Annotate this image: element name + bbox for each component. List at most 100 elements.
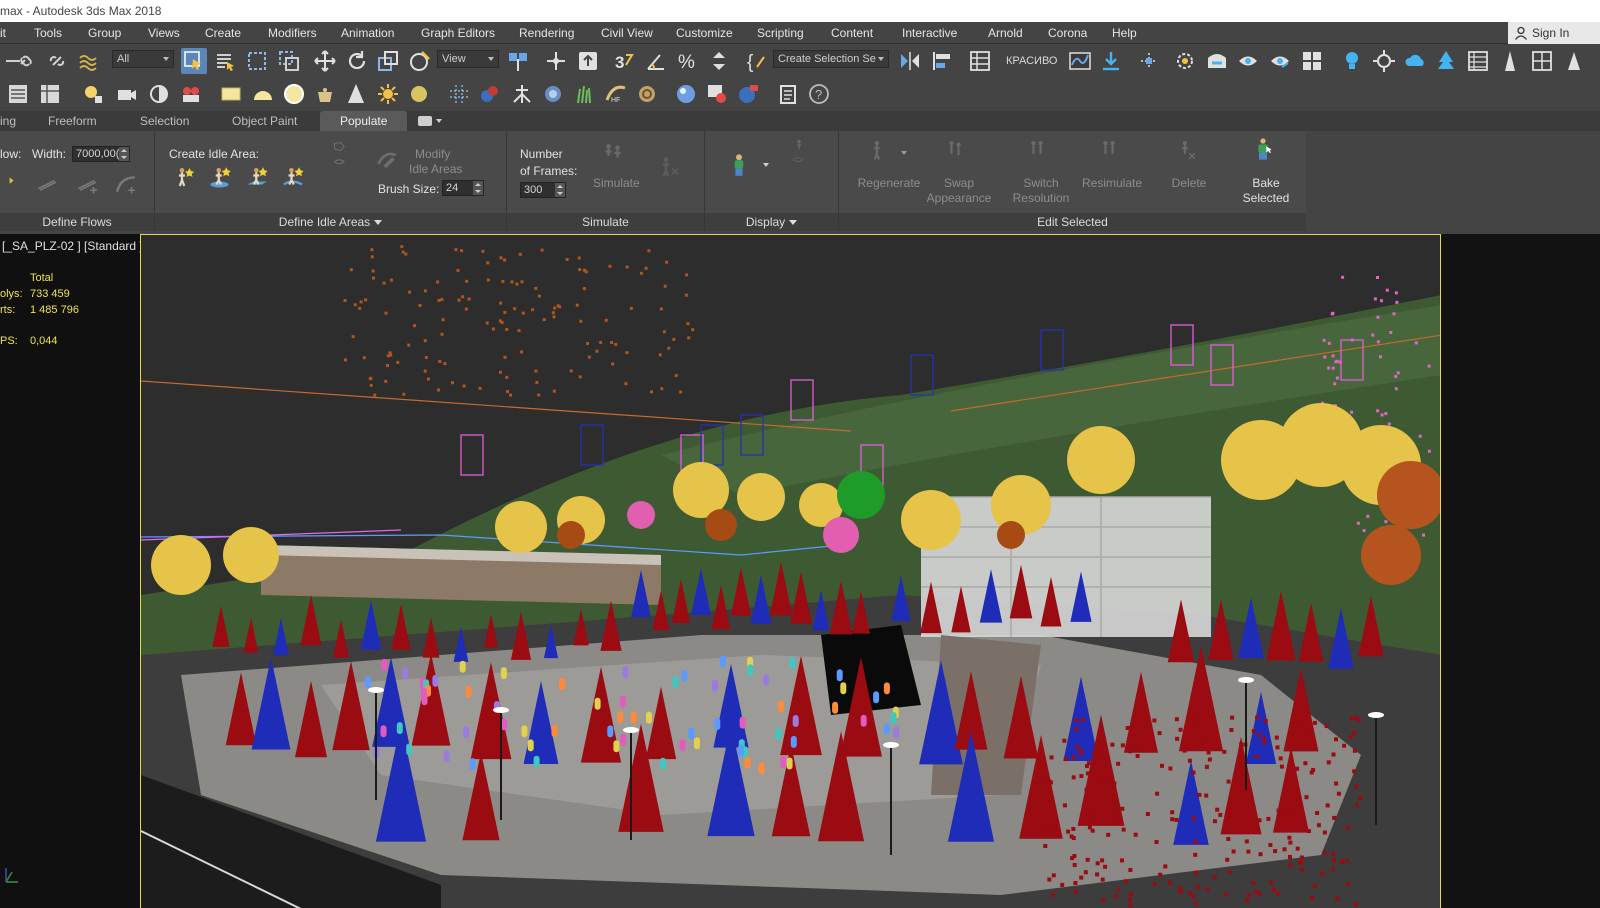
menu-corona[interactable]: Corona <box>1048 22 1087 44</box>
sun-light-icon[interactable] <box>376 82 400 106</box>
angle-snap-icon[interactable] <box>644 49 668 73</box>
render-region-icon[interactable] <box>705 82 729 106</box>
scene-explorer-icon[interactable] <box>6 82 30 106</box>
glass-sphere-icon[interactable] <box>674 82 698 106</box>
display-proxy-icon[interactable] <box>787 139 815 195</box>
menu-rendering[interactable]: Rendering <box>519 22 574 44</box>
rendered-frame-icon[interactable] <box>1205 49 1229 73</box>
cone-icon[interactable] <box>344 82 368 106</box>
bind-spacewarp-icon[interactable] <box>76 49 100 73</box>
grass-icon[interactable] <box>572 82 596 106</box>
select-object-icon[interactable] <box>181 48 207 74</box>
curved-flow-icon[interactable] <box>114 171 144 201</box>
scatter-icon[interactable] <box>541 82 565 106</box>
rotate-icon[interactable] <box>345 49 369 73</box>
mirror-icon[interactable] <box>898 49 922 73</box>
tree-icon[interactable] <box>1434 49 1458 73</box>
display-dropdown-arrow-icon[interactable] <box>763 163 769 167</box>
select-manipulate-icon[interactable] <box>544 49 568 73</box>
create-flow-icon[interactable] <box>36 171 66 201</box>
rig-icon[interactable] <box>510 82 534 106</box>
menu-civil-view[interactable]: Civil View <box>601 22 653 44</box>
render-camera-icon[interactable] <box>179 82 203 106</box>
named-selection-dropdown[interactable]: Create Selection Se <box>773 50 889 68</box>
hair-icon[interactable]: HF <box>604 82 628 106</box>
list-table-icon[interactable] <box>1466 49 1490 73</box>
particle-icon[interactable] <box>447 82 471 106</box>
idle-freeform-icon[interactable] <box>281 165 313 197</box>
edit-named-selection-icon[interactable]: { <box>745 49 769 73</box>
plane-icon[interactable] <box>219 82 243 106</box>
chevron-down-icon[interactable] <box>789 220 798 226</box>
flow-edge-icon[interactable] <box>0 171 14 201</box>
simulate-stop-icon[interactable] <box>657 155 689 187</box>
tab-object-paint[interactable]: Object Paint <box>232 111 297 131</box>
render-iterative-icon[interactable] <box>1268 49 1292 73</box>
menu-help[interactable]: Help <box>1112 22 1137 44</box>
idle-point-icon[interactable] <box>173 165 205 197</box>
ribbon-options-icon[interactable] <box>418 116 432 126</box>
bake-selected-icon[interactable] <box>1251 137 1281 173</box>
clipboard-icon[interactable] <box>776 82 800 106</box>
render-production-icon[interactable] <box>1236 49 1260 73</box>
menu-animation[interactable]: Animation <box>341 22 394 44</box>
hemisphere-icon[interactable] <box>251 82 275 106</box>
sign-in-button[interactable]: Sign In <box>1508 22 1600 44</box>
move-icon[interactable] <box>313 49 337 73</box>
menu-edit[interactable]: it <box>0 22 6 44</box>
brush-size-spinner[interactable]: 24 <box>442 180 484 196</box>
regenerate-icon[interactable] <box>867 139 897 173</box>
menu-scripting[interactable]: Scripting <box>757 22 804 44</box>
tab-populate[interactable]: Populate <box>320 111 408 131</box>
menu-arnold[interactable]: Arnold <box>988 22 1023 44</box>
helper-icon[interactable] <box>147 82 171 106</box>
reference-coord-dropdown[interactable]: View <box>437 50 499 68</box>
help-icon[interactable]: ? <box>807 82 831 106</box>
modify-idle-areas-icon[interactable] <box>375 145 403 173</box>
render-sphere-icon[interactable] <box>736 82 760 106</box>
render-setup-icon[interactable] <box>1173 49 1197 73</box>
simulate-icon[interactable] <box>601 141 633 173</box>
snaps-toggle-icon[interactable]: 3 <box>612 49 636 73</box>
menu-create[interactable]: Create <box>205 22 241 44</box>
regenerate-arrow-icon[interactable] <box>901 151 907 155</box>
unlink-icon[interactable] <box>45 49 69 73</box>
building-icon[interactable] <box>1498 49 1522 73</box>
idle-circle-icon[interactable] <box>209 165 241 197</box>
grid-snap-icon[interactable] <box>1530 49 1554 73</box>
layer-explorer-icon[interactable] <box>968 49 992 73</box>
select-by-name-icon[interactable] <box>213 49 237 73</box>
width-spinner[interactable]: 7000,00( <box>72 146 130 162</box>
pivot-center-icon[interactable] <box>506 49 530 73</box>
window-crossing-icon[interactable] <box>277 49 301 73</box>
material-editor-icon[interactable] <box>1137 49 1161 73</box>
menu-customize[interactable]: Customize <box>676 22 733 44</box>
menu-interactive[interactable]: Interactive <box>902 22 957 44</box>
tab-freeform[interactable]: Freeform <box>48 111 97 131</box>
display-people-icon[interactable] <box>727 153 757 193</box>
sun-icon[interactable] <box>1372 49 1396 73</box>
camera-icon[interactable] <box>115 82 139 106</box>
schematic-view-icon[interactable] <box>1099 49 1123 73</box>
scene-icon[interactable] <box>1562 49 1586 73</box>
percent-snap-icon[interactable]: % <box>676 49 700 73</box>
shell-icon[interactable] <box>635 82 659 106</box>
curve-editor-icon[interactable] <box>1068 49 1092 73</box>
menu-views[interactable]: Views <box>148 22 180 44</box>
tab-modeling[interactable]: ing <box>0 111 16 131</box>
menu-group[interactable]: Group <box>88 22 121 44</box>
swap-appearance-icon[interactable] <box>943 139 973 173</box>
teapot-icon[interactable] <box>313 82 337 106</box>
add-flow-icon[interactable] <box>76 171 106 201</box>
layer-manager-icon[interactable] <box>38 82 62 106</box>
menu-modifiers[interactable]: Modifiers <box>268 22 317 44</box>
switch-resolution-icon[interactable] <box>1025 139 1055 173</box>
frames-spinner[interactable]: 300 <box>520 182 566 198</box>
place-icon[interactable] <box>408 49 432 73</box>
material-ball-icon[interactable] <box>478 82 502 106</box>
menu-tools[interactable]: Tools <box>34 22 62 44</box>
idle-shape-icon[interactable] <box>327 141 361 201</box>
light-lister-icon[interactable] <box>80 82 104 106</box>
krasivo-button[interactable]: КРАСИВО <box>1006 55 1057 67</box>
delete-icon[interactable] <box>1175 139 1205 173</box>
